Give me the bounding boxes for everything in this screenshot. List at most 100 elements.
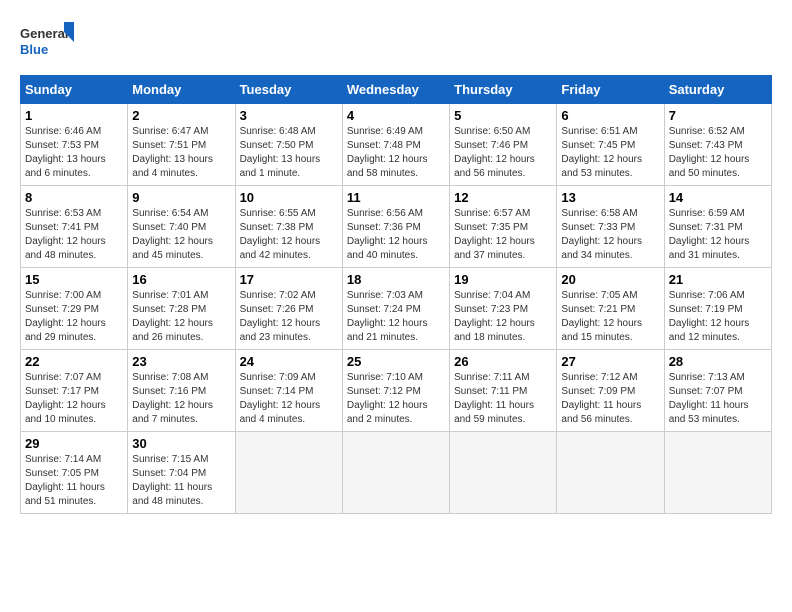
day-cell: 25Sunrise: 7:10 AM Sunset: 7:12 PM Dayli… [342, 350, 449, 432]
day-info: Sunrise: 7:02 AM Sunset: 7:26 PM Dayligh… [240, 289, 338, 345]
day-number: 3 [240, 108, 338, 123]
day-cell: 14 Sunrise: 6:59 AM Sunset: 7:31 PM Dayli… [664, 186, 771, 268]
day-info: Sunrise: 7:11 AM Sunset: 7:11 PM Dayligh… [454, 371, 552, 427]
day-number: 6 [561, 108, 659, 123]
day-cell: 17 Sunrise: 7:02 AM Sunset: 7:26 PM Dayli… [235, 268, 342, 350]
week-row-2: 8Sunrise: 6:53 AM Sunset: 7:41 PM Daylig… [21, 186, 772, 268]
day-cell [664, 432, 771, 514]
calendar-table: SundayMondayTuesdayWednesdayThursdayFrid… [20, 75, 772, 514]
day-number: 7 [669, 108, 767, 123]
day-info: Sunrise: 6:54 AM Sunset: 7:40 PM Dayligh… [132, 207, 230, 263]
day-cell: 24 Sunrise: 7:09 AM Sunset: 7:14 PM Dayli… [235, 350, 342, 432]
day-number: 18 [347, 272, 445, 287]
day-cell: 11Sunrise: 6:56 AM Sunset: 7:36 PM Dayli… [342, 186, 449, 268]
day-number: 24 [240, 354, 338, 369]
day-info: Sunrise: 6:59 AM Sunset: 7:31 PM Dayligh… [669, 207, 767, 263]
week-row-3: 15 Sunrise: 7:00 AM Sunset: 7:29 PM Dayli… [21, 268, 772, 350]
day-cell: 26 Sunrise: 7:11 AM Sunset: 7:11 PM Dayli… [450, 350, 557, 432]
day-cell: 13Sunrise: 6:58 AM Sunset: 7:33 PM Dayli… [557, 186, 664, 268]
day-cell: 15 Sunrise: 7:00 AM Sunset: 7:29 PM Dayli… [21, 268, 128, 350]
day-info: Sunrise: 6:49 AM Sunset: 7:48 PM Dayligh… [347, 125, 445, 181]
day-cell: 23 Sunrise: 7:08 AM Sunset: 7:16 PM Dayli… [128, 350, 235, 432]
day-info: Sunrise: 6:51 AM Sunset: 7:45 PM Dayligh… [561, 125, 659, 181]
day-cell: 5Sunrise: 6:50 AM Sunset: 7:46 PM Daylig… [450, 104, 557, 186]
day-cell: 29Sunrise: 7:14 AM Sunset: 7:05 PM Dayli… [21, 432, 128, 514]
day-info: Sunrise: 7:03 AM Sunset: 7:24 PM Dayligh… [347, 289, 445, 345]
day-info: Sunrise: 7:10 AM Sunset: 7:12 PM Dayligh… [347, 371, 445, 427]
col-header-saturday: Saturday [664, 76, 771, 104]
day-cell: 16Sunrise: 7:01 AM Sunset: 7:28 PM Dayli… [128, 268, 235, 350]
day-number: 21 [669, 272, 767, 287]
day-info: Sunrise: 7:07 AM Sunset: 7:17 PM Dayligh… [25, 371, 123, 427]
day-info: Sunrise: 6:53 AM Sunset: 7:41 PM Dayligh… [25, 207, 123, 263]
day-cell: 30 Sunrise: 7:15 AM Sunset: 7:04 PM Dayli… [128, 432, 235, 514]
day-cell: 22 Sunrise: 7:07 AM Sunset: 7:17 PM Dayli… [21, 350, 128, 432]
day-info: Sunrise: 6:55 AM Sunset: 7:38 PM Dayligh… [240, 207, 338, 263]
day-cell [450, 432, 557, 514]
day-cell: 19 Sunrise: 7:04 AM Sunset: 7:23 PM Dayli… [450, 268, 557, 350]
col-header-thursday: Thursday [450, 76, 557, 104]
day-info: Sunrise: 7:06 AM Sunset: 7:19 PM Dayligh… [669, 289, 767, 345]
day-number: 12 [454, 190, 552, 205]
day-cell: 20 Sunrise: 7:05 AM Sunset: 7:21 PM Dayli… [557, 268, 664, 350]
day-number: 13 [561, 190, 659, 205]
col-header-monday: Monday [128, 76, 235, 104]
col-header-tuesday: Tuesday [235, 76, 342, 104]
day-cell [235, 432, 342, 514]
day-number: 19 [454, 272, 552, 287]
day-cell: 9 Sunrise: 6:54 AM Sunset: 7:40 PM Daylig… [128, 186, 235, 268]
logo: General Blue [20, 20, 75, 65]
day-number: 26 [454, 354, 552, 369]
day-info: Sunrise: 6:46 AM Sunset: 7:53 PM Dayligh… [25, 125, 123, 181]
week-row-4: 22 Sunrise: 7:07 AM Sunset: 7:17 PM Dayli… [21, 350, 772, 432]
day-number: 10 [240, 190, 338, 205]
day-number: 15 [25, 272, 123, 287]
day-info: Sunrise: 7:15 AM Sunset: 7:04 PM Dayligh… [132, 453, 230, 509]
day-number: 23 [132, 354, 230, 369]
day-number: 20 [561, 272, 659, 287]
day-number: 9 [132, 190, 230, 205]
day-cell: 27 Sunrise: 7:12 AM Sunset: 7:09 PM Dayli… [557, 350, 664, 432]
day-cell: 2 Sunrise: 6:47 AM Sunset: 7:51 PM Daylig… [128, 104, 235, 186]
day-number: 28 [669, 354, 767, 369]
day-info: Sunrise: 7:14 AM Sunset: 7:05 PM Dayligh… [25, 453, 123, 509]
day-number: 30 [132, 436, 230, 451]
day-info: Sunrise: 6:47 AM Sunset: 7:51 PM Dayligh… [132, 125, 230, 181]
day-info: Sunrise: 7:08 AM Sunset: 7:16 PM Dayligh… [132, 371, 230, 427]
day-info: Sunrise: 6:56 AM Sunset: 7:36 PM Dayligh… [347, 207, 445, 263]
day-cell: 7 Sunrise: 6:52 AM Sunset: 7:43 PM Daylig… [664, 104, 771, 186]
day-info: Sunrise: 6:52 AM Sunset: 7:43 PM Dayligh… [669, 125, 767, 181]
day-number: 2 [132, 108, 230, 123]
day-info: Sunrise: 7:00 AM Sunset: 7:29 PM Dayligh… [25, 289, 123, 345]
day-number: 27 [561, 354, 659, 369]
week-row-1: 1Sunrise: 6:46 AM Sunset: 7:53 PM Daylig… [21, 104, 772, 186]
day-info: Sunrise: 7:04 AM Sunset: 7:23 PM Dayligh… [454, 289, 552, 345]
svg-text:Blue: Blue [20, 42, 48, 57]
day-cell [557, 432, 664, 514]
week-row-5: 29Sunrise: 7:14 AM Sunset: 7:05 PM Dayli… [21, 432, 772, 514]
day-cell: 21 Sunrise: 7:06 AM Sunset: 7:19 PM Dayli… [664, 268, 771, 350]
svg-text:General: General [20, 26, 68, 41]
day-info: Sunrise: 7:12 AM Sunset: 7:09 PM Dayligh… [561, 371, 659, 427]
day-cell: 6 Sunrise: 6:51 AM Sunset: 7:45 PM Daylig… [557, 104, 664, 186]
day-number: 16 [132, 272, 230, 287]
day-cell: 10 Sunrise: 6:55 AM Sunset: 7:38 PM Dayli… [235, 186, 342, 268]
day-number: 14 [669, 190, 767, 205]
day-cell [342, 432, 449, 514]
day-info: Sunrise: 7:09 AM Sunset: 7:14 PM Dayligh… [240, 371, 338, 427]
day-info: Sunrise: 7:13 AM Sunset: 7:07 PM Dayligh… [669, 371, 767, 427]
day-number: 5 [454, 108, 552, 123]
page-header: General Blue [20, 20, 772, 65]
day-info: Sunrise: 7:05 AM Sunset: 7:21 PM Dayligh… [561, 289, 659, 345]
day-number: 17 [240, 272, 338, 287]
col-header-friday: Friday [557, 76, 664, 104]
day-number: 22 [25, 354, 123, 369]
col-header-wednesday: Wednesday [342, 76, 449, 104]
day-cell: 12Sunrise: 6:57 AM Sunset: 7:35 PM Dayli… [450, 186, 557, 268]
day-cell: 4Sunrise: 6:49 AM Sunset: 7:48 PM Daylig… [342, 104, 449, 186]
col-header-sunday: Sunday [21, 76, 128, 104]
day-info: Sunrise: 6:48 AM Sunset: 7:50 PM Dayligh… [240, 125, 338, 181]
day-cell: 28 Sunrise: 7:13 AM Sunset: 7:07 PM Dayli… [664, 350, 771, 432]
day-cell: 3 Sunrise: 6:48 AM Sunset: 7:50 PM Daylig… [235, 104, 342, 186]
day-cell: 18 Sunrise: 7:03 AM Sunset: 7:24 PM Dayli… [342, 268, 449, 350]
